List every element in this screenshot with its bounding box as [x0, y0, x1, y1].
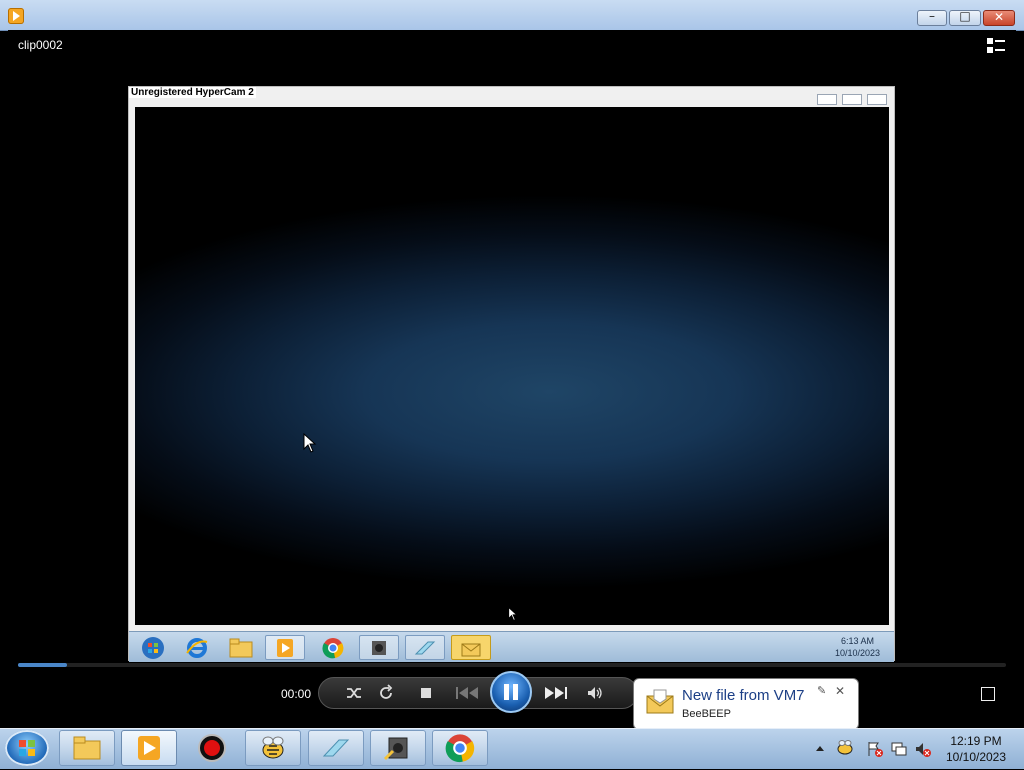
recorded-taskbar: 6:13 AM 10/10/2023	[129, 631, 894, 662]
shuffle-icon[interactable]	[345, 684, 363, 702]
taskbar-beebeep[interactable]	[245, 730, 301, 766]
clip-title: clip0002	[18, 38, 63, 52]
clock-time: 12:19 PM	[950, 734, 1002, 748]
beebeep-icon	[262, 736, 284, 759]
taskbar-notepad[interactable]	[308, 730, 364, 766]
maximize-button[interactable]: □	[949, 9, 981, 26]
maximize-icon: □	[959, 9, 971, 23]
notification-app: BeeBEEP	[682, 708, 731, 720]
inner-media-player-icon	[265, 635, 305, 660]
next-icon[interactable]	[541, 684, 569, 702]
volume-icon[interactable]	[586, 684, 604, 702]
record-icon	[198, 734, 226, 762]
action-center-flag-icon[interactable]	[866, 740, 884, 758]
inner-minimize-icon	[817, 94, 837, 105]
inner-close-icon	[867, 94, 887, 105]
minimize-button[interactable]: –	[917, 9, 947, 26]
pause-icon-left	[504, 684, 509, 700]
chrome-icon	[445, 734, 475, 763]
seek-bar[interactable]	[18, 663, 1006, 667]
recording-caption: Unregistered HyperCam 2	[129, 87, 256, 98]
inner-chrome-icon	[313, 635, 353, 660]
seek-progress	[18, 663, 68, 667]
inner-folder-icon	[221, 635, 261, 660]
taskbar-recorder[interactable]	[184, 730, 240, 766]
notepad-icon	[322, 739, 350, 757]
pause-icon-right	[513, 684, 518, 700]
inner-beebeep-icon	[451, 635, 491, 660]
volume-muted-icon[interactable]	[914, 740, 932, 758]
mouse-cursor-small-icon	[508, 607, 518, 621]
window-titlebar: – □ ✕	[0, 0, 1024, 31]
notification-close-icon[interactable]: ✕	[835, 684, 845, 698]
taskbar-explorer[interactable]	[59, 730, 115, 766]
pause-button[interactable]	[490, 671, 532, 713]
beebeep-tray-icon[interactable]	[836, 738, 854, 756]
inner-hypercam-icon	[359, 635, 399, 660]
fullscreen-icon[interactable]	[981, 687, 995, 701]
show-hidden-icons-icon[interactable]	[815, 744, 825, 752]
taskbar-clock[interactable]: 12:19 PM 10/10/2023	[938, 733, 1014, 765]
stop-icon[interactable]	[417, 684, 435, 702]
mouse-cursor-icon	[303, 433, 317, 453]
taskbar-media-player[interactable]	[121, 730, 177, 766]
media-player-icon	[138, 736, 160, 760]
taskbar-chrome[interactable]	[432, 730, 488, 766]
network-icon[interactable]	[890, 740, 908, 758]
inner-notepad-icon	[405, 635, 445, 660]
inner-clock-time: 6:13 AM	[840, 636, 874, 646]
pin-icon[interactable]: ✎	[817, 684, 826, 697]
notification-title: New file from VM7	[682, 687, 805, 704]
inner-start-icon	[133, 635, 173, 660]
close-icon: ✕	[993, 10, 1005, 24]
elapsed-time: 00:00	[281, 687, 312, 701]
minimize-icon: –	[929, 9, 935, 23]
hypercam-icon	[383, 737, 408, 761]
notification-balloon[interactable]: New file from VM7 BeeBEEP ✎ ✕	[633, 678, 859, 730]
previous-icon[interactable]	[454, 684, 482, 702]
start-button[interactable]	[5, 730, 49, 766]
inner-internet-explorer-icon	[177, 635, 217, 660]
folder-icon	[73, 736, 101, 760]
repeat-icon[interactable]	[377, 684, 395, 702]
close-button[interactable]: ✕	[983, 10, 1015, 26]
mail-icon	[646, 689, 674, 714]
clock-date: 10/10/2023	[945, 750, 1007, 764]
inner-clock-date: 10/10/2023	[834, 648, 880, 658]
recorded-window: Unregistered HyperCam 2 6:13 AM 10/10/20…	[128, 86, 895, 662]
windows-logo-icon	[19, 740, 35, 756]
recorded-desktop	[135, 107, 889, 625]
switch-to-library-icon[interactable]	[987, 38, 1005, 54]
inner-clock: 6:13 AM 10/10/2023	[835, 635, 880, 659]
media-player-app-icon[interactable]	[8, 8, 24, 24]
inner-maximize-icon	[842, 94, 862, 105]
taskbar-hypercam[interactable]	[370, 730, 426, 766]
